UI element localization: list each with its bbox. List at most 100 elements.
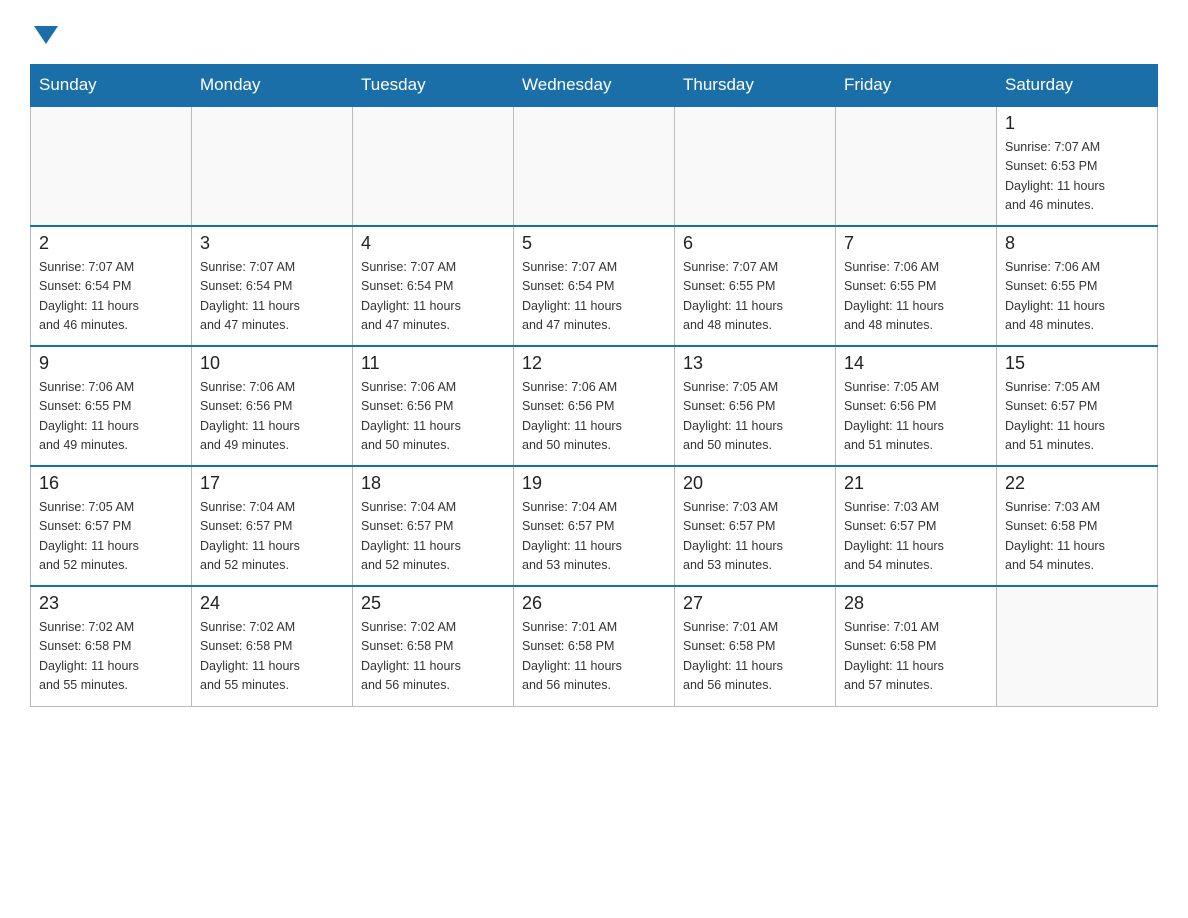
calendar-cell: 16 Sunrise: 7:05 AM Sunset: 6:57 PM Dayli… (31, 466, 192, 586)
day-number: 6 (683, 233, 827, 254)
day-info: Sunrise: 7:04 AM Sunset: 6:57 PM Dayligh… (200, 498, 344, 576)
day-info: Sunrise: 7:05 AM Sunset: 6:57 PM Dayligh… (39, 498, 183, 576)
calendar-cell: 17 Sunrise: 7:04 AM Sunset: 6:57 PM Dayli… (192, 466, 353, 586)
logo (30, 20, 58, 44)
day-info: Sunrise: 7:06 AM Sunset: 6:56 PM Dayligh… (200, 378, 344, 456)
weekday-header-wednesday: Wednesday (514, 65, 675, 107)
day-number: 5 (522, 233, 666, 254)
day-info: Sunrise: 7:06 AM Sunset: 6:56 PM Dayligh… (522, 378, 666, 456)
day-info: Sunrise: 7:07 AM Sunset: 6:54 PM Dayligh… (39, 258, 183, 336)
calendar-cell: 28 Sunrise: 7:01 AM Sunset: 6:58 PM Dayli… (836, 586, 997, 706)
day-info: Sunrise: 7:03 AM Sunset: 6:58 PM Dayligh… (1005, 498, 1149, 576)
day-number: 13 (683, 353, 827, 374)
calendar-cell: 9 Sunrise: 7:06 AM Sunset: 6:55 PM Daylig… (31, 346, 192, 466)
calendar-cell: 5 Sunrise: 7:07 AM Sunset: 6:54 PM Daylig… (514, 226, 675, 346)
calendar-cell (353, 106, 514, 226)
day-info: Sunrise: 7:06 AM Sunset: 6:55 PM Dayligh… (1005, 258, 1149, 336)
calendar-table: SundayMondayTuesdayWednesdayThursdayFrid… (30, 64, 1158, 707)
calendar-cell: 22 Sunrise: 7:03 AM Sunset: 6:58 PM Dayli… (997, 466, 1158, 586)
day-number: 17 (200, 473, 344, 494)
day-info: Sunrise: 7:01 AM Sunset: 6:58 PM Dayligh… (844, 618, 988, 696)
calendar-cell: 8 Sunrise: 7:06 AM Sunset: 6:55 PM Daylig… (997, 226, 1158, 346)
calendar-cell: 21 Sunrise: 7:03 AM Sunset: 6:57 PM Dayli… (836, 466, 997, 586)
calendar-cell: 3 Sunrise: 7:07 AM Sunset: 6:54 PM Daylig… (192, 226, 353, 346)
calendar-cell (836, 106, 997, 226)
day-number: 21 (844, 473, 988, 494)
day-info: Sunrise: 7:01 AM Sunset: 6:58 PM Dayligh… (683, 618, 827, 696)
day-info: Sunrise: 7:07 AM Sunset: 6:54 PM Dayligh… (200, 258, 344, 336)
calendar-cell (675, 106, 836, 226)
weekday-header-tuesday: Tuesday (353, 65, 514, 107)
calendar-cell: 24 Sunrise: 7:02 AM Sunset: 6:58 PM Dayli… (192, 586, 353, 706)
calendar-cell: 14 Sunrise: 7:05 AM Sunset: 6:56 PM Dayli… (836, 346, 997, 466)
day-number: 9 (39, 353, 183, 374)
day-info: Sunrise: 7:05 AM Sunset: 6:57 PM Dayligh… (1005, 378, 1149, 456)
weekday-header-saturday: Saturday (997, 65, 1158, 107)
day-number: 24 (200, 593, 344, 614)
day-number: 11 (361, 353, 505, 374)
day-number: 3 (200, 233, 344, 254)
day-info: Sunrise: 7:03 AM Sunset: 6:57 PM Dayligh… (844, 498, 988, 576)
day-info: Sunrise: 7:02 AM Sunset: 6:58 PM Dayligh… (200, 618, 344, 696)
calendar-cell: 25 Sunrise: 7:02 AM Sunset: 6:58 PM Dayli… (353, 586, 514, 706)
day-number: 4 (361, 233, 505, 254)
calendar-cell: 1 Sunrise: 7:07 AM Sunset: 6:53 PM Daylig… (997, 106, 1158, 226)
day-number: 18 (361, 473, 505, 494)
week-row-5: 23 Sunrise: 7:02 AM Sunset: 6:58 PM Dayli… (31, 586, 1158, 706)
day-info: Sunrise: 7:07 AM Sunset: 6:54 PM Dayligh… (361, 258, 505, 336)
day-info: Sunrise: 7:05 AM Sunset: 6:56 PM Dayligh… (844, 378, 988, 456)
day-number: 25 (361, 593, 505, 614)
calendar-cell (31, 106, 192, 226)
day-info: Sunrise: 7:06 AM Sunset: 6:55 PM Dayligh… (844, 258, 988, 336)
calendar-cell: 4 Sunrise: 7:07 AM Sunset: 6:54 PM Daylig… (353, 226, 514, 346)
calendar-cell: 18 Sunrise: 7:04 AM Sunset: 6:57 PM Dayli… (353, 466, 514, 586)
day-info: Sunrise: 7:07 AM Sunset: 6:54 PM Dayligh… (522, 258, 666, 336)
day-number: 12 (522, 353, 666, 374)
day-info: Sunrise: 7:07 AM Sunset: 6:53 PM Dayligh… (1005, 138, 1149, 216)
day-info: Sunrise: 7:06 AM Sunset: 6:56 PM Dayligh… (361, 378, 505, 456)
calendar-cell: 26Sunrise: 7:01 AM Sunset: 6:58 PM Dayli… (514, 586, 675, 706)
day-info: Sunrise: 7:03 AM Sunset: 6:57 PM Dayligh… (683, 498, 827, 576)
week-row-3: 9 Sunrise: 7:06 AM Sunset: 6:55 PM Daylig… (31, 346, 1158, 466)
day-number: 16 (39, 473, 183, 494)
day-info: Sunrise: 7:02 AM Sunset: 6:58 PM Dayligh… (361, 618, 505, 696)
day-number: 22 (1005, 473, 1149, 494)
day-info: Sunrise: 7:04 AM Sunset: 6:57 PM Dayligh… (522, 498, 666, 576)
day-info: Sunrise: 7:07 AM Sunset: 6:55 PM Dayligh… (683, 258, 827, 336)
day-info: Sunrise: 7:02 AM Sunset: 6:58 PM Dayligh… (39, 618, 183, 696)
calendar-cell: 15 Sunrise: 7:05 AM Sunset: 6:57 PM Dayli… (997, 346, 1158, 466)
day-number: 26 (522, 593, 666, 614)
week-row-2: 2 Sunrise: 7:07 AM Sunset: 6:54 PM Daylig… (31, 226, 1158, 346)
calendar-cell: 7Sunrise: 7:06 AM Sunset: 6:55 PM Daylig… (836, 226, 997, 346)
calendar-cell: 12 Sunrise: 7:06 AM Sunset: 6:56 PM Dayli… (514, 346, 675, 466)
day-number: 8 (1005, 233, 1149, 254)
calendar-cell (192, 106, 353, 226)
weekday-header-monday: Monday (192, 65, 353, 107)
calendar-cell (514, 106, 675, 226)
calendar-cell: 20 Sunrise: 7:03 AM Sunset: 6:57 PM Dayli… (675, 466, 836, 586)
calendar-cell: 11 Sunrise: 7:06 AM Sunset: 6:56 PM Dayli… (353, 346, 514, 466)
week-row-1: 1 Sunrise: 7:07 AM Sunset: 6:53 PM Daylig… (31, 106, 1158, 226)
calendar-cell: 2 Sunrise: 7:07 AM Sunset: 6:54 PM Daylig… (31, 226, 192, 346)
calendar-cell: 27 Sunrise: 7:01 AM Sunset: 6:58 PM Dayli… (675, 586, 836, 706)
day-number: 20 (683, 473, 827, 494)
calendar-cell: 13 Sunrise: 7:05 AM Sunset: 6:56 PM Dayli… (675, 346, 836, 466)
day-info: Sunrise: 7:06 AM Sunset: 6:55 PM Dayligh… (39, 378, 183, 456)
calendar-cell: 19 Sunrise: 7:04 AM Sunset: 6:57 PM Dayli… (514, 466, 675, 586)
weekday-header-sunday: Sunday (31, 65, 192, 107)
day-number: 2 (39, 233, 183, 254)
day-number: 19 (522, 473, 666, 494)
weekday-header-thursday: Thursday (675, 65, 836, 107)
day-number: 27 (683, 593, 827, 614)
weekday-header-row: SundayMondayTuesdayWednesdayThursdayFrid… (31, 65, 1158, 107)
week-row-4: 16 Sunrise: 7:05 AM Sunset: 6:57 PM Dayli… (31, 466, 1158, 586)
day-number: 23 (39, 593, 183, 614)
day-info: Sunrise: 7:04 AM Sunset: 6:57 PM Dayligh… (361, 498, 505, 576)
day-number: 14 (844, 353, 988, 374)
day-number: 15 (1005, 353, 1149, 374)
day-info: Sunrise: 7:05 AM Sunset: 6:56 PM Dayligh… (683, 378, 827, 456)
day-number: 1 (1005, 113, 1149, 134)
day-number: 28 (844, 593, 988, 614)
weekday-header-friday: Friday (836, 65, 997, 107)
day-number: 10 (200, 353, 344, 374)
